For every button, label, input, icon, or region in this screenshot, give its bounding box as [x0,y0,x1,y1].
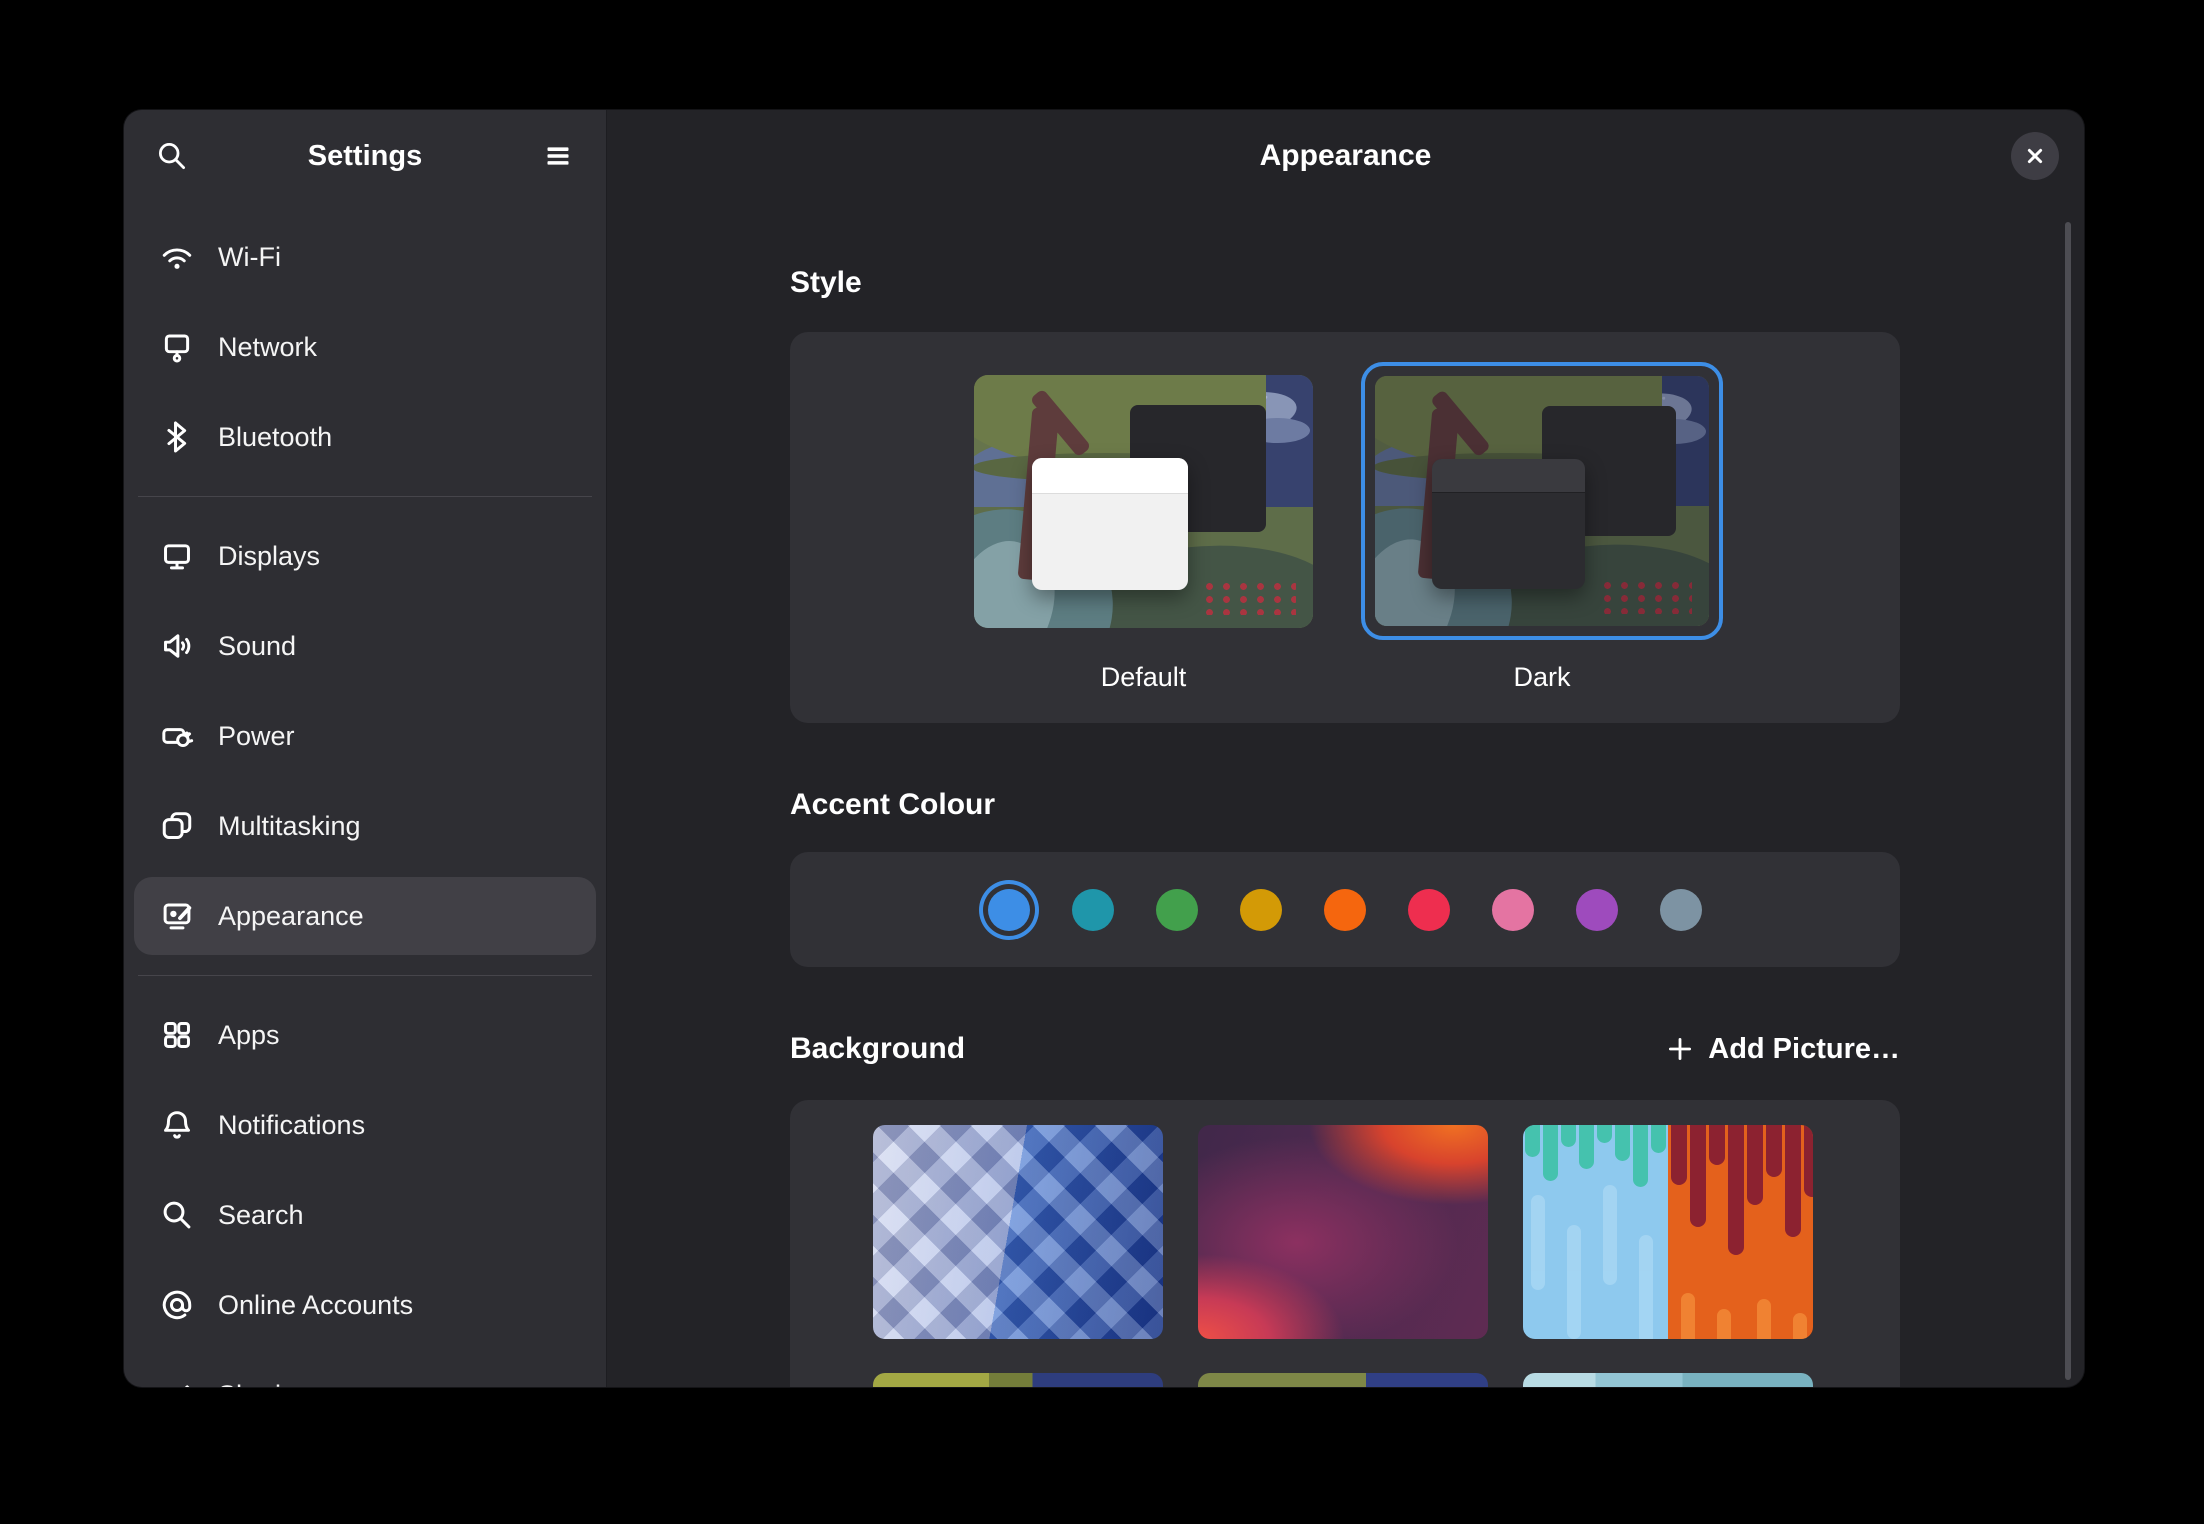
plus-icon [1666,1035,1694,1063]
sidebar-item-displays[interactable]: Displays [134,517,596,595]
sidebar-item-multitasking[interactable]: Multitasking [134,787,596,865]
bell-icon [160,1108,194,1142]
background-card [790,1100,1900,1387]
sidebar-item-label: Displays [218,541,320,572]
sidebar-divider [138,975,592,976]
sound-icon [160,629,194,663]
purple-accent-swatch[interactable] [1576,889,1618,931]
sidebar-item-label: Multitasking [218,811,361,842]
sidebar-item-label: Search [218,1200,304,1231]
add-picture-button[interactable]: Add Picture… [1666,1033,1900,1066]
sidebar-item-label: Appearance [218,901,364,932]
sidebar-item-apps[interactable]: Apps [134,996,596,1074]
page-title: Appearance [607,110,2084,202]
sidebar-item-label: Sharing [218,1380,311,1388]
sidebar-item-bluetooth[interactable]: Bluetooth [134,398,596,476]
slate-accent-swatch[interactable] [1660,889,1702,931]
sidebar-item-notifications[interactable]: Notifications [134,1086,596,1164]
sidebar: Settings Wi-Fi Network Bluetooth Display [124,110,607,1387]
wallpaper-field-day-night[interactable] [1198,1373,1488,1387]
style-option-dark-thumb [1375,376,1709,626]
sidebar-item-network[interactable]: Network [134,308,596,386]
sidebar-item-label: Apps [218,1020,280,1051]
vertical-scrollbar[interactable] [2065,222,2071,1380]
sidebar-item-search[interactable]: Search [134,1176,596,1254]
style-section-title: Style [790,266,1900,300]
network-icon [160,330,194,364]
wallpaper-red-purple-waves[interactable] [1198,1125,1488,1339]
sidebar-item-wifi[interactable]: Wi-Fi [134,218,596,296]
style-option-dark-selected[interactable] [1361,362,1723,640]
background-header: Background Add Picture… [790,1029,1900,1069]
window-mockup-front-light [1032,458,1188,590]
main-panel: Appearance Style [607,110,2084,1387]
red-accent-swatch[interactable] [1408,889,1450,931]
sidebar-item-label: Bluetooth [218,422,332,453]
sidebar-item-label: Sound [218,631,296,662]
window-mockup-front-dark [1432,459,1586,589]
add-picture-label: Add Picture… [1708,1033,1900,1066]
sidebar-item-online-accounts[interactable]: Online Accounts [134,1266,596,1344]
sidebar-item-appearance[interactable]: Appearance [134,877,596,955]
style-card: Default Dark [790,332,1900,723]
sidebar-divider [138,496,592,497]
sidebar-item-label: Notifications [218,1110,365,1141]
display-icon [160,539,194,573]
wifi-icon [160,240,194,274]
close-button[interactable] [2011,132,2059,180]
pink-accent-swatch[interactable] [1492,889,1534,931]
search-icon[interactable] [148,132,196,180]
blue-accent-swatch[interactable] [988,889,1030,931]
green-accent-swatch[interactable] [1156,889,1198,931]
accent-colour-card [790,852,1900,967]
content: Style [790,266,1900,1387]
accent-section-title: Accent Colour [790,788,1900,822]
style-option-default[interactable] [974,375,1313,628]
bluetooth-icon [160,420,194,454]
settings-window: Settings Wi-Fi Network Bluetooth Display [124,110,2084,1387]
sidebar-item-sharing[interactable]: Sharing [134,1356,596,1387]
hamburger-menu-icon[interactable] [534,132,582,180]
wallpaper-blue-orange-drips[interactable] [1523,1125,1813,1339]
sidebar-item-label: Online Accounts [218,1290,413,1321]
sidebar-item-label: Power [218,721,295,752]
sidebar-nav: Wi-Fi Network Bluetooth Displays Sound [124,202,606,1387]
sidebar-header: Settings [124,110,606,202]
style-option-dark-label: Dark [1361,662,1723,693]
share-icon [160,1378,194,1387]
sidebar-item-label: Wi-Fi [218,242,281,273]
apps-icon [160,1018,194,1052]
wallpaper-light-teal-mist[interactable] [1523,1373,1813,1387]
teal-accent-swatch[interactable] [1072,889,1114,931]
yellow-accent-swatch[interactable] [1240,889,1282,931]
appearance-icon [160,899,194,933]
main-header: Appearance [607,110,2084,202]
sidebar-item-label: Network [218,332,317,363]
power-icon [160,719,194,753]
at-icon [160,1288,194,1322]
sidebar-item-sound[interactable]: Sound [134,607,596,685]
style-option-default-label: Default [974,662,1313,693]
sidebar-item-power[interactable]: Power [134,697,596,775]
wallpaper-blue-geometric[interactable] [873,1125,1163,1339]
close-icon [2025,146,2045,166]
wallpaper-meadow-day-night[interactable] [873,1373,1163,1387]
multitasking-icon [160,809,194,843]
orange-accent-swatch[interactable] [1324,889,1366,931]
search-icon [160,1198,194,1232]
background-section-title: Background [790,1032,965,1066]
